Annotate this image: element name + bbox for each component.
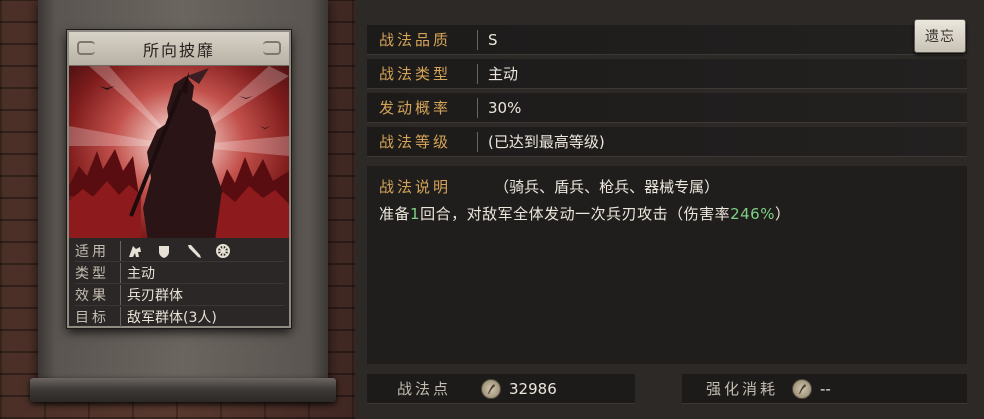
- description-text-middle: 回合，对敌军全体发动一次兵刃攻击（伤害率: [420, 205, 731, 223]
- cavalry-icon: [129, 245, 141, 257]
- info-row-applicable: 适用: [75, 240, 285, 262]
- attr-label: 战法品质: [379, 31, 452, 49]
- info-row-type: 类型 主动: [75, 262, 285, 284]
- info-key: 类型: [75, 262, 121, 283]
- divider: [477, 29, 478, 50]
- divider: [477, 97, 478, 118]
- unit-icons: [127, 243, 240, 259]
- forget-button[interactable]: 遗忘: [914, 19, 966, 53]
- quill-icon: [481, 378, 502, 399]
- info-key: 效果: [75, 284, 121, 305]
- description-condition: （骑兵、盾兵、枪兵、器械专属）: [494, 178, 720, 196]
- attr-value: 主动: [488, 65, 519, 83]
- attr-row-probability: 发动概率 30%: [367, 93, 967, 123]
- warrior-silhouette-art: [69, 66, 289, 238]
- attr-row-level: 战法等级 (已达到最高等级): [367, 127, 967, 157]
- skill-points-label: 战法点: [397, 380, 452, 398]
- attr-value: 30%: [488, 98, 522, 117]
- info-value: 主动: [127, 265, 155, 282]
- skill-description: 战法说明 （骑兵、盾兵、枪兵、器械专属） 准备1回合，对敌军全体发动一次兵刃攻击…: [367, 166, 967, 364]
- skill-points-value: 32986: [509, 379, 557, 398]
- title-ornament-right: [263, 41, 281, 55]
- attr-value: (已达到最高等级): [488, 133, 605, 151]
- description-damage-rate: 246%: [730, 205, 775, 223]
- quill-icon: [792, 378, 813, 399]
- skill-name: 所向披靡: [142, 40, 215, 60]
- description-text-after: ）: [774, 205, 791, 223]
- siege-wheel-icon: [216, 243, 231, 258]
- divider: [477, 63, 478, 84]
- scroll-rod: [30, 378, 336, 402]
- attr-row-type: 战法类型 主动: [367, 59, 967, 89]
- info-row-effect: 效果 兵刃群体: [75, 284, 285, 306]
- skill-card-info: 适用 类型 主动 效果 兵刃群体 目标 敌军群体(3人): [69, 238, 289, 328]
- spear-icon: [187, 244, 201, 258]
- skill-detail-panel: 战法品质 S 战法类型 主动 发动概率 30% 战法等级 (已达到最高等级) 遗…: [355, 0, 984, 419]
- attr-value: S: [488, 30, 498, 49]
- title-ornament-left: [77, 41, 95, 55]
- left-backdrop: 所向披靡 适用 类型 主动 效果 兵刃群体 目标 敌军群体(3人): [0, 0, 355, 419]
- info-key: 适用: [75, 240, 121, 261]
- skill-card: 所向披靡 适用 类型 主动 效果 兵刃群体 目标 敌军群体(3人): [67, 30, 291, 328]
- info-value: 兵刃群体: [127, 287, 183, 304]
- upgrade-cost-bar: 强化消耗 --: [682, 374, 967, 404]
- attr-row-quality: 战法品质 S: [367, 25, 967, 55]
- divider: [477, 131, 478, 152]
- info-key: 目标: [75, 307, 121, 327]
- upgrade-cost-label: 强化消耗: [706, 380, 779, 398]
- skill-card-title: 所向披靡: [69, 32, 289, 66]
- upgrade-cost-value: --: [820, 379, 831, 398]
- attr-label: 战法等级: [379, 133, 452, 151]
- description-label: 战法说明: [379, 178, 452, 196]
- skill-illustration: [69, 66, 289, 238]
- description-text-before: 准备: [379, 205, 411, 223]
- info-value: 敌军群体(3人): [127, 310, 217, 326]
- skill-points-bar: 战法点 32986: [367, 374, 635, 404]
- info-row-target: 目标 敌军群体(3人): [75, 306, 285, 328]
- description-rounds: 1: [410, 205, 421, 223]
- attr-label: 战法类型: [379, 65, 452, 83]
- attr-label: 发动概率: [379, 99, 452, 117]
- shield-icon: [159, 245, 170, 258]
- description-text: 准备1回合，对敌军全体发动一次兵刃攻击（伤害率246%）: [379, 203, 967, 224]
